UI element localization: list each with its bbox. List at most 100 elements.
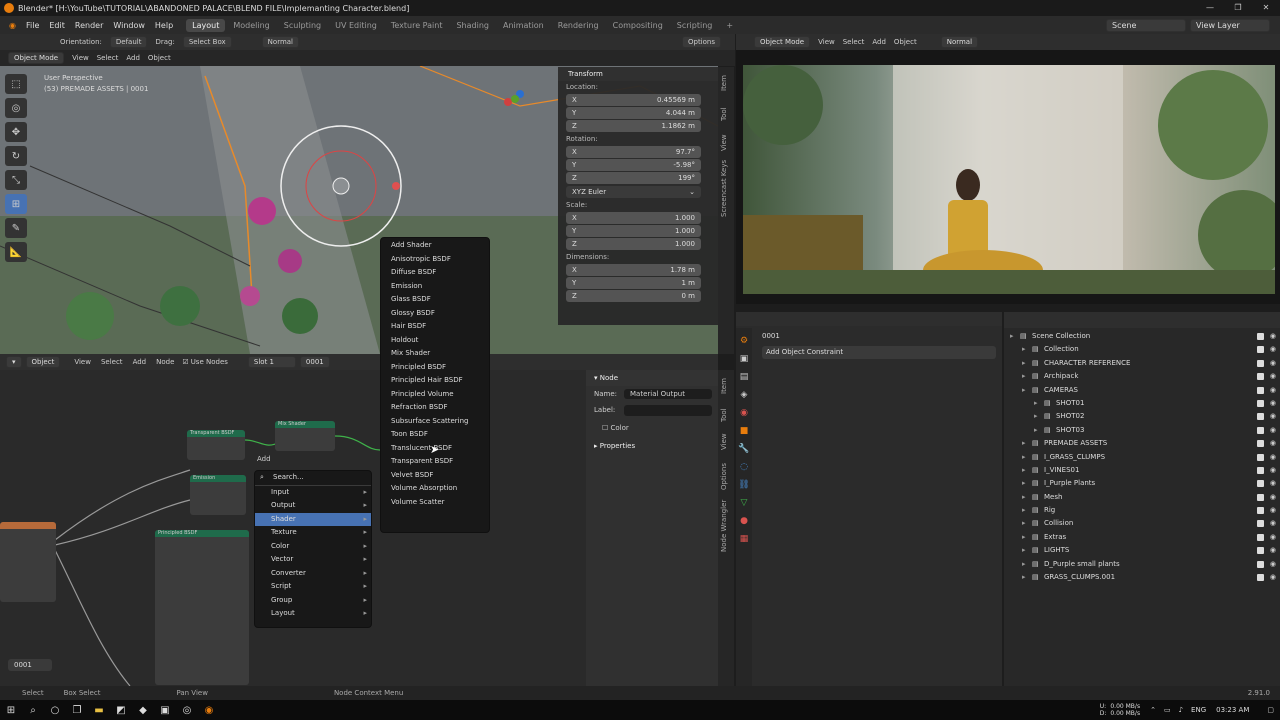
ne-menu-view[interactable]: View xyxy=(74,358,91,366)
minimize-icon[interactable]: — xyxy=(1196,0,1224,16)
outliner-row[interactable]: ▸ ▤ SHOT01 ◉ xyxy=(1004,397,1280,410)
eye-icon[interactable]: ◉ xyxy=(1270,451,1276,464)
outliner-row[interactable]: ▸ ▤ Collision ◉ xyxy=(1004,517,1280,530)
tab-shading[interactable]: Shading xyxy=(450,19,495,32)
expand-toggle-icon[interactable]: ▸ xyxy=(1022,571,1026,584)
color-row[interactable]: ☐ Color xyxy=(586,418,718,438)
outliner-row[interactable]: ▸ ▤ SHOT03 ◉ xyxy=(1004,424,1280,437)
ne-tab-options[interactable]: Options xyxy=(720,463,728,490)
ne-menu-add[interactable]: Add xyxy=(133,358,147,366)
outliner-row[interactable]: ▸ ▤ Mesh ◉ xyxy=(1004,491,1280,504)
clock[interactable]: 03:23 AM xyxy=(1216,706,1249,714)
shader-item[interactable]: Subsurface Scattering xyxy=(381,415,489,429)
exclude-checkbox[interactable] xyxy=(1257,520,1264,528)
eye-icon[interactable]: ◉ xyxy=(1270,464,1276,477)
exclude-checkbox[interactable] xyxy=(1257,480,1264,488)
ne-menu-select[interactable]: Select xyxy=(101,358,123,366)
name-field[interactable]: Material Output xyxy=(624,389,712,399)
file-explorer-icon[interactable]: ▬ xyxy=(88,700,110,720)
expand-toggle-icon[interactable]: ▸ xyxy=(1022,437,1026,450)
pivot-dropdown[interactable]: Normal xyxy=(261,36,299,48)
shader-item[interactable]: Emission xyxy=(381,280,489,294)
scale-x-field[interactable]: X 1.000 xyxy=(566,212,701,224)
eye-icon[interactable]: ◉ xyxy=(1270,370,1276,383)
eye-icon[interactable]: ◉ xyxy=(1270,384,1276,397)
exclude-checkbox[interactable] xyxy=(1257,386,1264,394)
maximize-icon[interactable]: ❐ xyxy=(1224,0,1252,16)
add-menu-item[interactable]: Output ▸ xyxy=(255,499,371,513)
rotation-z-field[interactable]: Z 199° xyxy=(566,172,701,184)
expand-toggle-icon[interactable]: ▸ xyxy=(1010,330,1014,343)
modifier-tab-icon[interactable]: 🔧 xyxy=(736,444,752,454)
outliner-row[interactable]: ▸ ▤ I_Purple Plants ◉ xyxy=(1004,477,1280,490)
shader-item[interactable]: Glass BSDF xyxy=(381,293,489,307)
chrome-icon[interactable]: ◎ xyxy=(176,700,198,720)
tray-chevron-icon[interactable]: ⌃ xyxy=(1150,706,1156,714)
tab-uv-editing[interactable]: UV Editing xyxy=(329,19,383,32)
tab-view[interactable]: View xyxy=(720,134,728,151)
dimensions-z-field[interactable]: Z 0 m xyxy=(566,290,701,302)
exclude-checkbox[interactable] xyxy=(1257,373,1264,381)
editor-type-dropdown[interactable]: ▾ xyxy=(6,356,22,368)
exclude-checkbox[interactable] xyxy=(1257,440,1264,448)
add-menu-item[interactable]: Color ▸ xyxy=(255,540,371,554)
outliner-row[interactable]: ▸ ▤ Collection ◉ xyxy=(1004,343,1280,356)
exclude-checkbox[interactable] xyxy=(1257,346,1264,354)
eye-icon[interactable]: ◉ xyxy=(1270,517,1276,530)
shader-item[interactable]: Principled BSDF xyxy=(381,361,489,375)
rotation-x-field[interactable]: X 97.7° xyxy=(566,146,701,158)
frame-field[interactable]: 0001 xyxy=(8,659,52,671)
outliner-row[interactable]: ▸ ▤ GRASS_CLUMPS.001 ◉ xyxy=(1004,571,1280,584)
outliner-row[interactable]: ▸ ▤ CAMERAS ◉ xyxy=(1004,384,1280,397)
mode-dropdown[interactable]: Object Mode xyxy=(8,52,65,64)
texture-node[interactable] xyxy=(0,522,56,602)
tab-tool[interactable]: Tool xyxy=(720,107,728,121)
tab-rendering[interactable]: Rendering xyxy=(552,19,605,32)
shader-item[interactable]: Add Shader xyxy=(381,239,489,253)
rotation-y-field[interactable]: Y -5.98° xyxy=(566,159,701,171)
location-z-field[interactable]: Z 1.1862 m xyxy=(566,120,701,132)
tab-screencast-keys[interactable]: Screencast Keys xyxy=(720,160,728,217)
view-layer-selector[interactable]: View Layer xyxy=(1190,18,1270,32)
options-dropdown[interactable]: Options xyxy=(681,36,721,48)
tab-texture-paint[interactable]: Texture Paint xyxy=(385,19,449,32)
scene-selector[interactable]: Scene xyxy=(1106,18,1186,32)
output-tab-icon[interactable]: ▤ xyxy=(736,372,752,382)
add-menu-item[interactable]: Texture ▸ xyxy=(255,526,371,540)
measure-tool-icon[interactable]: 📐 xyxy=(5,242,27,262)
shader-item[interactable]: Refraction BSDF xyxy=(381,401,489,415)
eye-icon[interactable]: ◉ xyxy=(1270,477,1276,490)
eye-icon[interactable]: ◉ xyxy=(1270,491,1276,504)
object-dropdown[interactable]: Object xyxy=(25,356,61,368)
menu-file[interactable]: File xyxy=(21,21,44,30)
eye-icon[interactable]: ◉ xyxy=(1270,343,1276,356)
shader-item[interactable]: Transparent BSDF xyxy=(381,455,489,469)
exclude-checkbox[interactable] xyxy=(1257,493,1264,501)
physics-tab-icon[interactable]: ◌ xyxy=(736,462,752,472)
app-icon[interactable]: ◆ xyxy=(132,700,154,720)
shader-item[interactable]: Volume Absorption xyxy=(381,482,489,496)
outliner-row[interactable]: ▸ ▤ PREMADE ASSETS ◉ xyxy=(1004,437,1280,450)
expand-toggle-icon[interactable]: ▸ xyxy=(1022,531,1026,544)
shader-item[interactable]: Volume Scatter xyxy=(381,496,489,510)
ne-menu-node[interactable]: Node xyxy=(156,358,174,366)
rv-menu-view[interactable]: View xyxy=(818,38,835,46)
outliner-row[interactable]: ▸ ▤ LIGHTS ◉ xyxy=(1004,544,1280,557)
vp-menu-select[interactable]: Select xyxy=(97,54,119,62)
exclude-checkbox[interactable] xyxy=(1257,413,1264,421)
rv-pivot-dropdown[interactable]: Normal xyxy=(940,36,979,48)
expand-toggle-icon[interactable]: ▸ xyxy=(1022,451,1026,464)
add-workspace-icon[interactable]: + xyxy=(720,19,739,32)
material-dropdown[interactable]: 0001 xyxy=(299,356,330,368)
outliner-row[interactable]: ▸ ▤ SHOT02 ◉ xyxy=(1004,410,1280,423)
tab-sculpting[interactable]: Sculpting xyxy=(278,19,327,32)
menu-edit[interactable]: Edit xyxy=(44,21,70,30)
outliner-row[interactable]: ▸ ▤ Extras ◉ xyxy=(1004,531,1280,544)
outliner-row[interactable]: ▸ ▤ D_Purple small plants ◉ xyxy=(1004,558,1280,571)
mix-shader-node[interactable]: Mix Shader xyxy=(275,421,335,451)
cursor-tool-icon[interactable]: ◎ xyxy=(5,98,27,118)
expand-toggle-icon[interactable]: ▸ xyxy=(1022,343,1026,356)
scene-tab-icon[interactable]: ◈ xyxy=(736,390,752,400)
expand-toggle-icon[interactable]: ▸ xyxy=(1034,424,1038,437)
expand-toggle-icon[interactable]: ▸ xyxy=(1022,477,1026,490)
